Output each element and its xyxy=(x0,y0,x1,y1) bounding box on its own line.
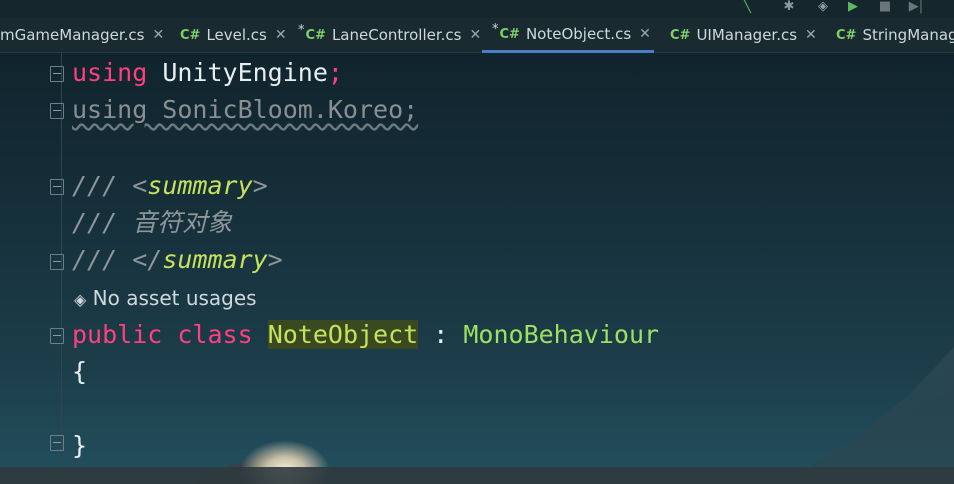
asset-usages-label: No asset usages xyxy=(92,286,257,310)
fold-marker-icon[interactable] xyxy=(50,254,64,270)
toolbar: ╲ ✱ ◈ ▶ ■ ▶| xyxy=(0,0,954,18)
tab-label: NoteObject.cs xyxy=(525,25,632,43)
asset-usages-hint[interactable]: ◈ No asset usages xyxy=(74,286,257,310)
code-line-summary-close[interactable]: /// </summary> xyxy=(72,241,283,278)
editor-tab-bar: mGameManager.cs ✕ C# Level.cs ✕ * C# Lan… xyxy=(0,18,954,53)
fold-marker-icon[interactable] xyxy=(50,435,64,451)
tab-ui-manager[interactable]: C# UIManager.cs ✕ xyxy=(670,18,817,52)
fold-marker-icon[interactable] xyxy=(50,328,64,344)
tab-note-object[interactable]: * C# NoteObject.cs ✕ xyxy=(482,18,654,53)
stop-icon[interactable]: ■ xyxy=(878,0,892,14)
csharp-icon: C# xyxy=(305,27,326,43)
csharp-icon: C# xyxy=(180,27,201,43)
bottom-panel-edge xyxy=(0,467,954,484)
fold-marker-icon[interactable] xyxy=(50,179,64,195)
code-line-class-declaration[interactable]: public class NoteObject : MonoBehaviour xyxy=(72,316,659,353)
modified-indicator: * xyxy=(298,22,305,38)
csharp-icon: C# xyxy=(670,27,691,43)
background-mountain xyxy=(770,330,954,484)
close-icon[interactable]: ✕ xyxy=(469,27,481,43)
run-icon[interactable]: ▶ xyxy=(846,0,860,14)
bug-icon[interactable]: ✱ xyxy=(778,0,800,14)
tab-label: mGameManager.cs xyxy=(0,26,145,44)
csharp-icon: C# xyxy=(836,27,857,43)
unity-icon[interactable]: ◈ xyxy=(814,0,832,14)
fold-marker-icon[interactable] xyxy=(50,66,64,82)
unity-icon: ◈ xyxy=(74,290,87,309)
class-name-highlight: NoteObject xyxy=(267,320,419,349)
csharp-icon: C# xyxy=(499,26,520,42)
tab-lane-controller[interactable]: * C# LaneController.cs ✕ xyxy=(298,18,481,52)
tab-label: StringManag xyxy=(862,26,954,44)
code-line-using-koreo[interactable]: using SonicBloom.Koreo; xyxy=(72,91,418,128)
code-line-open-brace[interactable]: { xyxy=(72,353,87,390)
code-line-summary-text[interactable]: /// 音符对象 xyxy=(72,204,232,241)
tab-label: Level.cs xyxy=(206,26,267,44)
tab-string-manager[interactable]: C# StringManag xyxy=(836,18,954,52)
code-line-using-unity[interactable]: using UnityEngine; xyxy=(72,54,343,91)
code-line-summary-open[interactable]: /// <summary> xyxy=(72,167,268,204)
close-icon[interactable]: ✕ xyxy=(805,27,817,43)
close-icon[interactable]: ✕ xyxy=(275,27,287,43)
modified-indicator: * xyxy=(492,21,499,37)
fold-marker-icon[interactable] xyxy=(50,103,64,119)
step-icon[interactable]: ▶| xyxy=(908,0,924,14)
hammer-icon[interactable]: ╲ xyxy=(738,0,756,14)
tab-label: UIManager.cs xyxy=(696,26,798,44)
close-icon[interactable]: ✕ xyxy=(639,26,651,42)
tab-label: LaneController.cs xyxy=(331,26,462,44)
code-line-close-brace[interactable]: } xyxy=(72,427,87,464)
close-icon[interactable]: ✕ xyxy=(152,27,164,43)
tab-level[interactable]: C# Level.cs ✕ xyxy=(180,18,287,52)
tab-game-manager[interactable]: mGameManager.cs ✕ xyxy=(0,18,164,52)
